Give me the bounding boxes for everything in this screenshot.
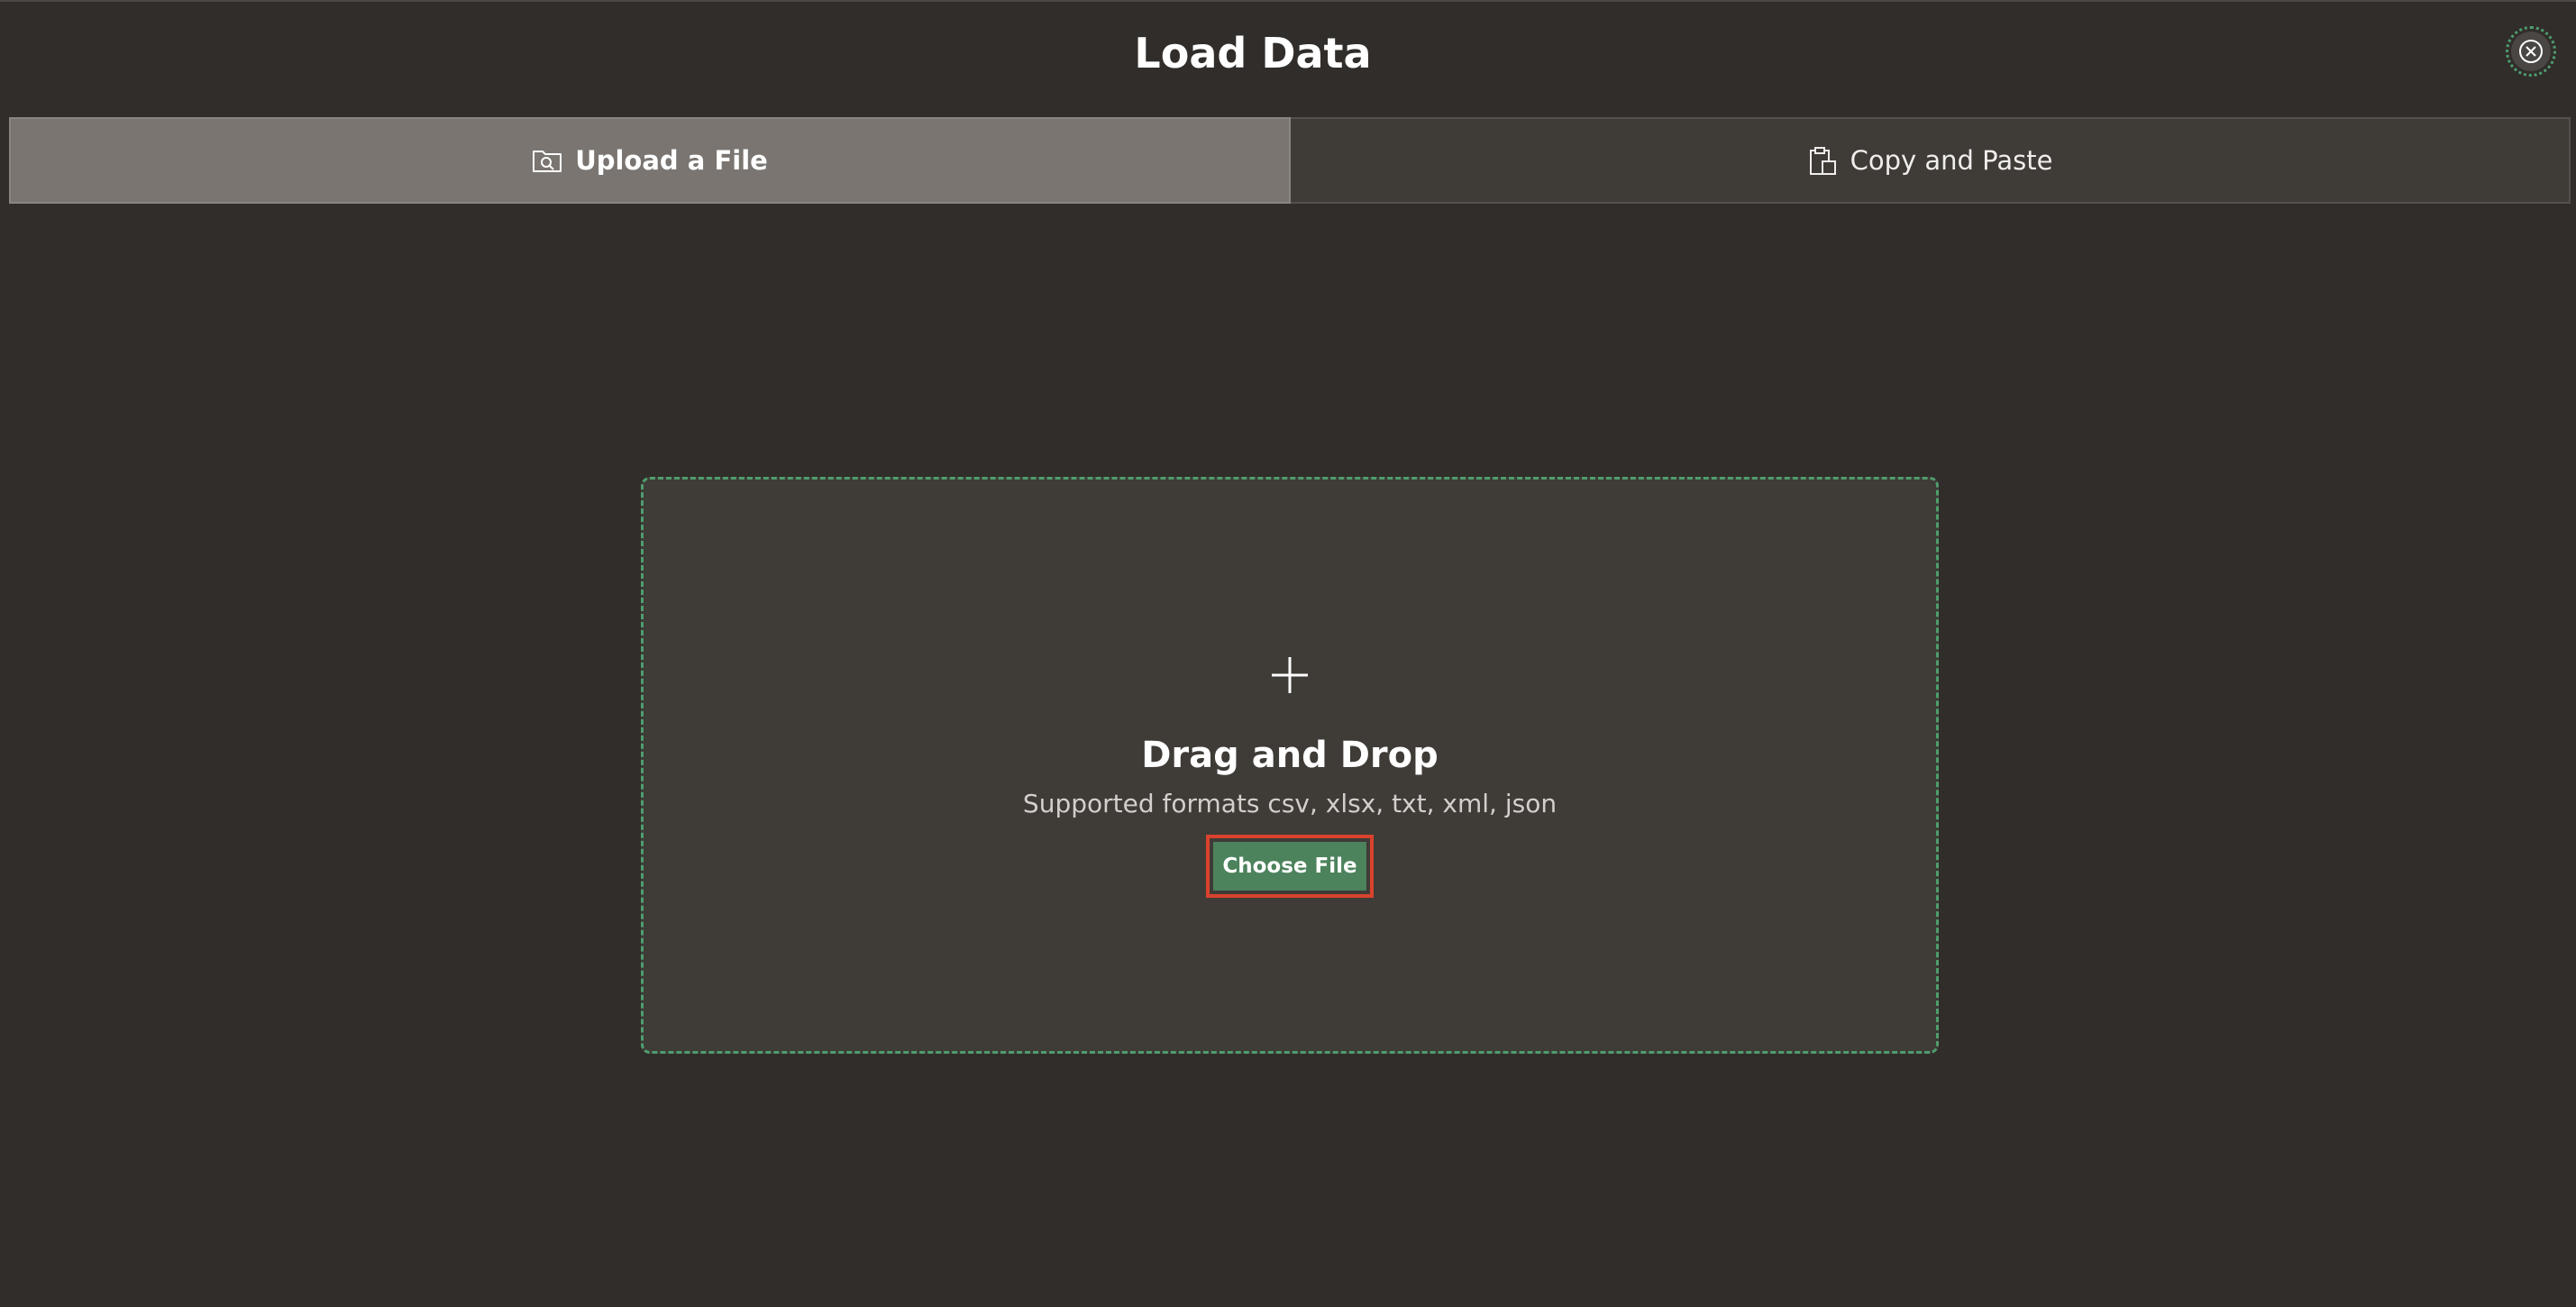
top-divider (0, 0, 2576, 2)
drop-zone-title: Drag and Drop (1141, 735, 1439, 776)
close-icon-container (2511, 32, 2551, 71)
close-button[interactable] (2506, 26, 2556, 77)
file-drop-zone[interactable]: Drag and Drop Supported formats csv, xls… (641, 477, 1939, 1054)
close-icon (2519, 40, 2543, 63)
dialog-title: Load Data (1134, 29, 1372, 78)
plus-icon (1272, 657, 1308, 693)
supported-formats-text: Supported formats csv, xlsx, txt, xml, j… (1022, 789, 1557, 818)
choose-file-highlight: Choose File (1206, 835, 1374, 898)
tab-upload-a-file[interactable]: Upload a File (9, 117, 1291, 204)
tab-upload-a-file-label: Upload a File (575, 145, 768, 176)
tab-bar: Upload a File Copy and Paste (9, 117, 2571, 204)
choose-file-button[interactable]: Choose File (1213, 842, 1366, 891)
clipboard-icon (1807, 146, 1838, 175)
tab-copy-and-paste-label: Copy and Paste (1850, 145, 2053, 176)
tab-copy-and-paste[interactable]: Copy and Paste (1291, 117, 2571, 204)
folder-search-icon (532, 146, 562, 175)
